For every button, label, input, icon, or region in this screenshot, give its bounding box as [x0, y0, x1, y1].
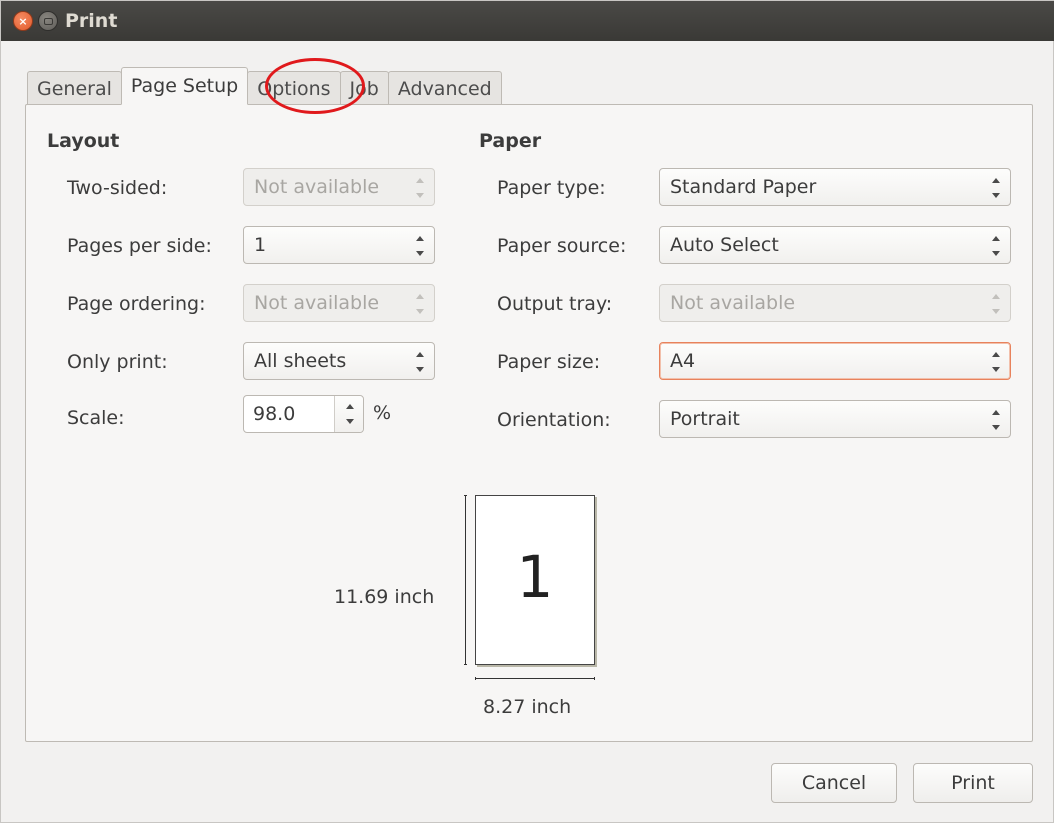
combo-arrows-icon [992, 352, 1000, 372]
tab-page-setup[interactable]: Page Setup [120, 67, 249, 105]
scale-input[interactable]: 98.0 [244, 396, 336, 432]
only-print-value: All sheets [254, 350, 347, 372]
scale-spinbutton: 98.0 [243, 395, 364, 433]
combo-arrows-icon [416, 178, 424, 198]
orientation-value: Portrait [670, 408, 740, 430]
tab-job[interactable]: Job [339, 71, 389, 105]
two-sided-combo: Not available [243, 168, 435, 206]
tab-options[interactable]: Options [247, 71, 341, 105]
pages-per-side-value: 1 [254, 234, 267, 256]
scale-label: Scale: [67, 407, 125, 429]
paper-size-value: A4 [670, 350, 696, 372]
combo-arrows-icon [992, 178, 1000, 198]
pages-per-side-label: Pages per side: [67, 235, 212, 257]
stepper-arrows-icon [346, 404, 354, 424]
window-title: Print [65, 10, 118, 32]
tab-advanced[interactable]: Advanced [387, 71, 502, 105]
only-print-combo[interactable]: All sheets [243, 342, 435, 380]
layout-section-title: Layout [47, 130, 120, 152]
two-sided-value: Not available [254, 176, 380, 198]
orientation-label: Orientation: [497, 409, 611, 431]
paper-source-label: Paper source: [497, 235, 627, 257]
combo-arrows-icon [992, 294, 1000, 314]
orientation-combo[interactable]: Portrait [659, 400, 1011, 438]
pages-per-side-combo[interactable]: 1 [243, 226, 435, 264]
output-tray-label: Output tray: [497, 293, 613, 315]
preview-page-number: 1 [516, 543, 554, 611]
paper-size-label: Paper size: [497, 351, 601, 373]
paper-type-combo[interactable]: Standard Paper [659, 168, 1011, 206]
paper-source-combo[interactable]: Auto Select [659, 226, 1011, 264]
paper-type-value: Standard Paper [670, 176, 817, 198]
page-ordering-combo: Not available [243, 284, 435, 322]
width-dimension-label: 8.27 inch [483, 696, 572, 718]
height-dimension-label: 11.69 inch [334, 586, 435, 608]
print-dialog: × Print General Page Setup Options Job A… [0, 0, 1054, 823]
combo-arrows-icon [992, 236, 1000, 256]
paper-section-title: Paper [479, 130, 542, 152]
page-ordering-value: Not available [254, 292, 380, 314]
combo-arrows-icon [416, 236, 424, 256]
paper-source-value: Auto Select [670, 234, 779, 256]
combo-arrows-icon [992, 410, 1000, 430]
tab-bar: General Page Setup Options Job Advanced [27, 67, 502, 105]
minimize-icon[interactable] [38, 11, 58, 31]
only-print-label: Only print: [67, 351, 168, 373]
scale-stepper[interactable] [334, 396, 363, 432]
paper-type-label: Paper type: [497, 177, 606, 199]
page-preview: 1 [475, 495, 595, 665]
tab-general[interactable]: General [27, 71, 122, 105]
combo-arrows-icon [416, 294, 424, 314]
two-sided-label: Two-sided: [67, 177, 168, 199]
combo-arrows-icon [416, 352, 424, 372]
output-tray-combo: Not available [659, 284, 1011, 322]
print-button[interactable]: Print [913, 763, 1033, 803]
cancel-button[interactable]: Cancel [771, 763, 897, 803]
height-dimension-line [464, 495, 467, 665]
close-icon[interactable]: × [13, 11, 33, 31]
output-tray-value: Not available [670, 292, 796, 314]
page-ordering-label: Page ordering: [67, 293, 206, 315]
paper-size-combo[interactable]: A4 [659, 342, 1011, 380]
title-bar: × Print [1, 1, 1054, 41]
width-dimension-line [475, 677, 595, 680]
scale-unit: % [373, 402, 392, 424]
